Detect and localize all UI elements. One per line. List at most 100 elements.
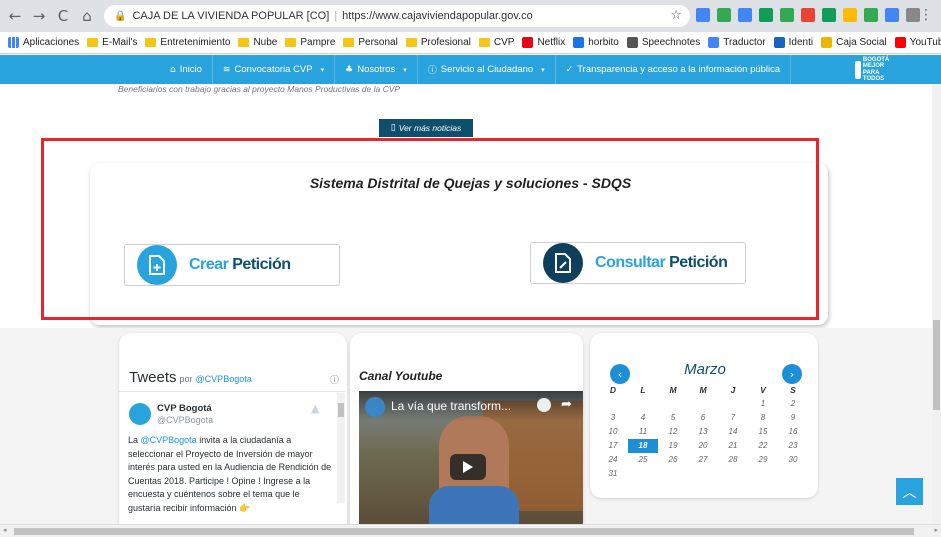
bookmark-item[interactable]: Profesional (405, 37, 471, 48)
scrollbar-thumb[interactable] (14, 528, 914, 535)
reload-button[interactable]: C (54, 7, 72, 25)
youtube-video-player[interactable]: La vía que transform... ➦ (359, 391, 583, 524)
calendar-day[interactable]: 20 (688, 439, 718, 453)
calendar-day[interactable]: 8 (748, 411, 778, 425)
calendar-day[interactable]: 14 (718, 425, 748, 439)
scroll-right-icon[interactable]: ▸ (934, 526, 938, 534)
watch-later-icon[interactable] (537, 398, 551, 412)
calendar-day[interactable]: 30 (778, 453, 808, 467)
extension-icon[interactable] (822, 8, 836, 22)
tweets-handle-link[interactable]: @CVPBogota (196, 374, 252, 384)
extension-icon[interactable] (864, 8, 878, 22)
calendar-day[interactable]: 7 (718, 411, 748, 425)
bogota-logo[interactable]: BOGOTÁ MEJOR PARA TODOS (855, 57, 901, 82)
share-icon[interactable]: ➦ (561, 397, 572, 412)
browser-menu-icon[interactable]: ⋮ (919, 7, 933, 23)
calendar-day[interactable]: 5 (658, 411, 688, 425)
avatar[interactable] (129, 403, 151, 425)
bookmark-item[interactable]: Pampre (285, 37, 335, 48)
nav-item[interactable]: ✓ Transparencia y acceso a la información… (556, 55, 792, 84)
tweet-text-pre: La (128, 435, 141, 445)
page-vertical-scrollbar[interactable] (932, 84, 941, 524)
scrollbar-thumb[interactable] (338, 403, 344, 417)
nav-item[interactable]: ⌂ Inicio (160, 55, 213, 84)
bookmark-item[interactable]: Speechnotes (626, 37, 700, 48)
back-to-top-button[interactable]: ︿ (896, 478, 923, 505)
calendar-day[interactable]: 22 (748, 439, 778, 453)
calendar-day[interactable]: 26 (658, 453, 688, 467)
calendar-day[interactable]: 13 (688, 425, 718, 439)
ver-mas-label: Ver más noticias (398, 123, 462, 133)
calendar-day[interactable]: 1 (748, 397, 778, 411)
bookmark-apps[interactable]: Aplicaciones (8, 37, 79, 48)
calendar-day[interactable]: 4 (628, 411, 658, 425)
calendar-day[interactable]: 2 (778, 397, 808, 411)
extension-icon[interactable] (738, 8, 752, 22)
bookmark-item[interactable]: Entretenimiento (145, 37, 230, 48)
nav-item[interactable]: ♣ Nosotros ▾ (335, 55, 418, 84)
calendar-day[interactable]: 19 (658, 439, 688, 453)
bookmark-item[interactable]: YouTube (894, 37, 941, 48)
calendar-day[interactable]: 23 (778, 439, 808, 453)
calendar-day[interactable]: 27 (688, 453, 718, 467)
bookmark-item[interactable]: Caja Social (821, 37, 887, 48)
calendar-day-today[interactable]: 18 (628, 439, 658, 453)
extension-icon[interactable] (801, 8, 815, 22)
calendar-day[interactable]: 28 (718, 453, 748, 467)
play-button[interactable] (450, 454, 486, 480)
home-icon: ⌂ (170, 64, 176, 75)
nav-item[interactable]: ⓘ Servicio al Ciudadano ▾ (418, 55, 556, 84)
bookmark-star-icon[interactable]: ☆ (670, 8, 682, 23)
video-title[interactable]: La vía que transform... (391, 399, 511, 413)
bookmark-item[interactable]: Traductor (708, 37, 766, 48)
ver-mas-noticias-button[interactable]: ▯ Ver más noticias (379, 119, 473, 137)
bookmark-item[interactable]: E-Mail's (87, 37, 137, 48)
calendar-day[interactable]: 29 (748, 453, 778, 467)
url-text[interactable]: https://www.cajaviviendapopular.gov.co (342, 10, 533, 22)
calendar-day[interactable]: 21 (718, 439, 748, 453)
back-button[interactable]: ← (6, 7, 24, 25)
extension-icon[interactable] (696, 8, 710, 22)
extension-icon[interactable] (906, 8, 920, 22)
tweet-author-name[interactable]: CVP Bogotá (157, 403, 212, 414)
bookmark-item[interactable]: Netflix (522, 37, 565, 48)
bookmark-item[interactable]: horbito (573, 37, 619, 48)
extension-icon[interactable] (885, 8, 899, 22)
bookmark-item[interactable]: CVP (478, 37, 514, 48)
calendar-next-icon[interactable]: › (782, 364, 802, 384)
calendar-day[interactable]: 3 (598, 411, 628, 425)
calendar-day[interactable]: 16 (778, 425, 808, 439)
twitter-bird-icon[interactable]: ▲ (311, 402, 325, 415)
page-horizontal-scrollbar[interactable]: ◂ ▸ (0, 524, 941, 537)
calendar-day[interactable]: 10 (598, 425, 628, 439)
calendar-day[interactable]: 15 (748, 425, 778, 439)
site-favicon-icon (626, 37, 638, 48)
info-icon[interactable]: ⓘ (330, 373, 339, 386)
tweet-author-handle[interactable]: @CVPBogota (157, 415, 213, 425)
address-bar[interactable]: 🔒 CAJA DE LA VIVIENDA POPULAR [CO] | htt… (104, 5, 690, 27)
extension-icon[interactable] (759, 8, 773, 22)
scrollbar-thumb[interactable] (933, 320, 940, 410)
extension-icon[interactable] (843, 8, 857, 22)
channel-logo-icon[interactable] (365, 397, 385, 417)
calendar-day[interactable]: 17 (598, 439, 628, 453)
calendar-day[interactable]: 12 (658, 425, 688, 439)
news-item[interactable]: Beneficiarios con trabajo gracias al pro… (118, 84, 400, 94)
bookmark-item[interactable]: Identi (773, 37, 813, 48)
extension-icon[interactable] (780, 8, 794, 22)
bookmark-item[interactable]: Personal (343, 37, 398, 48)
calendar-day[interactable]: 6 (688, 411, 718, 425)
tweets-scrollbar[interactable] (337, 393, 345, 503)
bookmark-item[interactable]: Nube (238, 37, 277, 48)
calendar-day[interactable]: 24 (598, 453, 628, 467)
forward-button[interactable]: → (30, 7, 48, 25)
calendar-day[interactable]: 31 (598, 467, 628, 481)
nav-item[interactable]: ≋ Convocatoria CVP ▾ (213, 55, 336, 84)
extension-icon[interactable] (717, 8, 731, 22)
calendar-day[interactable]: 9 (778, 411, 808, 425)
calendar-day[interactable]: 25 (628, 453, 658, 467)
home-button[interactable]: ⌂ (78, 7, 96, 25)
calendar-day[interactable]: 11 (628, 425, 658, 439)
tweet-mention-link[interactable]: @CVPBogota (141, 435, 197, 445)
scroll-left-icon[interactable]: ◂ (3, 526, 7, 534)
